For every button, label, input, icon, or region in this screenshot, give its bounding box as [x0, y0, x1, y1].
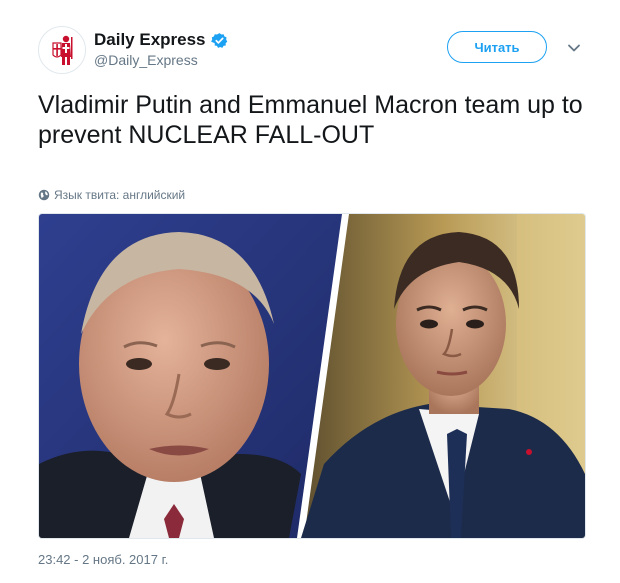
- author-display-name[interactable]: Daily Express: [94, 30, 206, 50]
- globe-icon: [38, 189, 50, 201]
- author-name-row[interactable]: Daily Express: [94, 30, 228, 50]
- tweet-text: Vladimir Putin and Emmanuel Macron team …: [38, 91, 583, 149]
- author-handle[interactable]: @Daily_Express: [94, 52, 198, 68]
- chevron-down-icon[interactable]: [566, 40, 582, 56]
- tweet-header: Daily Express @Daily_Express Читать: [38, 26, 588, 74]
- tweet-photo-image: [39, 214, 585, 538]
- follow-button[interactable]: Читать: [447, 31, 547, 63]
- language-note-text: Язык твита: английский: [54, 188, 186, 202]
- avatar[interactable]: [38, 26, 86, 74]
- verified-badge-icon: [210, 32, 227, 48]
- tweet-language-note: Язык твита: английский: [38, 188, 185, 202]
- tweet-timestamp[interactable]: 23:42 - 2 нояб. 2017 г.: [38, 552, 168, 567]
- tweet-photo[interactable]: [38, 213, 586, 539]
- crusader-logo-icon: [40, 28, 84, 72]
